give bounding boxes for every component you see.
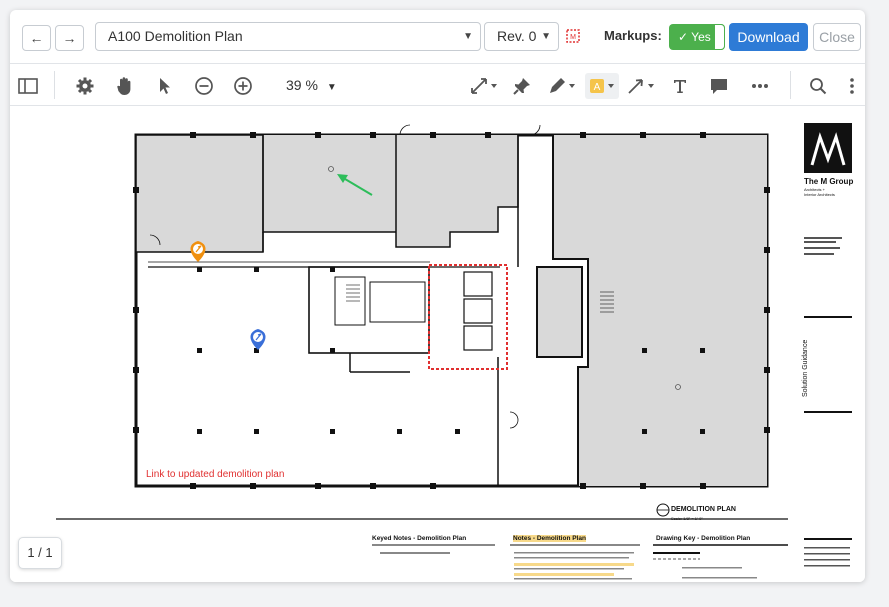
pointer-icon[interactable]: [153, 74, 177, 98]
firm-name: The M Group: [804, 177, 854, 186]
svg-text:M: M: [570, 34, 576, 41]
chevron-down-icon: ▼: [541, 31, 551, 42]
drawing-canvas[interactable]: The M Group Architects + Interior Archit…: [10, 107, 865, 582]
document-select[interactable]: A100 Demolition Plan ▼: [95, 22, 481, 51]
pen-icon[interactable]: [547, 74, 577, 98]
toolbar: 39 % ▼ A: [10, 65, 865, 106]
sidebar-icon[interactable]: [16, 74, 40, 98]
keyed-notes-title: Keyed Notes - Demolition Plan: [372, 535, 467, 542]
arrow-right-icon: →: [62, 30, 77, 46]
more-icon[interactable]: [748, 74, 772, 98]
viewer-window: ← → A100 Demolition Plan ▼ Rev. 0 ▼ M Ma…: [10, 10, 865, 582]
toolbar-divider: [790, 71, 791, 99]
caret-down-icon: ▼: [326, 82, 337, 93]
back-button[interactable]: ←: [22, 25, 51, 51]
comment-icon[interactable]: [707, 74, 731, 98]
zoom-value: 39 %: [286, 77, 318, 93]
chevron-down-icon: ▼: [463, 31, 473, 42]
firm-subtitle: Architects + Interior Architects: [804, 187, 835, 197]
toggle-knob: [714, 24, 725, 50]
page-indicator[interactable]: 1 / 1: [18, 537, 62, 569]
sheet-title: Solution Guidance: [802, 339, 809, 397]
close-button[interactable]: Close: [813, 23, 861, 51]
svg-text:A: A: [594, 82, 601, 93]
markups-toggle[interactable]: ✓ Yes: [669, 24, 725, 50]
gear-icon[interactable]: [73, 74, 97, 98]
plan-title: DEMOLITION PLAN: [671, 506, 736, 513]
toolbar-divider: [54, 71, 55, 99]
text-icon[interactable]: [668, 74, 692, 98]
document-select-value: A100 Demolition Plan: [108, 28, 243, 44]
revision-select-value: Rev. 0: [497, 28, 537, 44]
notes-title: Notes - Demolition Plan: [513, 535, 586, 542]
forward-button[interactable]: →: [55, 25, 84, 51]
download-button[interactable]: Download: [729, 23, 808, 51]
arrow-icon[interactable]: [626, 74, 656, 98]
pin-icon[interactable]: [510, 74, 534, 98]
floor-plan-drawing: [56, 123, 852, 580]
zoom-out-icon[interactable]: [192, 74, 216, 98]
header-bar: ← → A100 Demolition Plan ▼ Rev. 0 ▼ M Ma…: [10, 10, 865, 64]
link-annotation[interactable]: Link to updated demolition plan: [146, 469, 284, 480]
markups-label: Markups:: [604, 28, 662, 43]
search-icon[interactable]: [806, 74, 830, 98]
revision-select[interactable]: Rev. 0 ▼: [484, 22, 559, 51]
hand-icon[interactable]: [113, 74, 137, 98]
zoom-select[interactable]: 39 % ▼: [286, 77, 337, 93]
markups-toggle-label: ✓ Yes: [678, 30, 711, 44]
compare-icon[interactable]: M: [566, 28, 580, 44]
arrow-left-icon: ←: [29, 30, 44, 46]
plan-scale: Scale: 1/8" = 1'-0": [671, 516, 703, 521]
menu-icon[interactable]: [846, 74, 858, 98]
drawing-key-title: Drawing Key - Demolition Plan: [656, 535, 751, 542]
zoom-in-icon[interactable]: [231, 74, 255, 98]
highlighter-icon[interactable]: A: [585, 73, 619, 99]
measure-icon[interactable]: [469, 74, 499, 98]
